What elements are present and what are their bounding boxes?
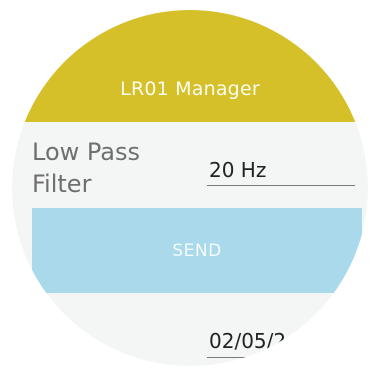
device-frame: LR01 Manager Low Pass Filter SEND — [0, 0, 379, 376]
send-button[interactable]: SEND — [32, 208, 362, 293]
date-input[interactable] — [207, 326, 367, 358]
watch-screen: LR01 Manager Low Pass Filter SEND — [12, 10, 368, 366]
low-pass-filter-input[interactable] — [207, 156, 355, 186]
low-pass-filter-label: Low Pass Filter — [32, 138, 140, 198]
app-title: LR01 Manager — [120, 78, 260, 100]
app-header: LR01 Manager — [12, 10, 368, 122]
